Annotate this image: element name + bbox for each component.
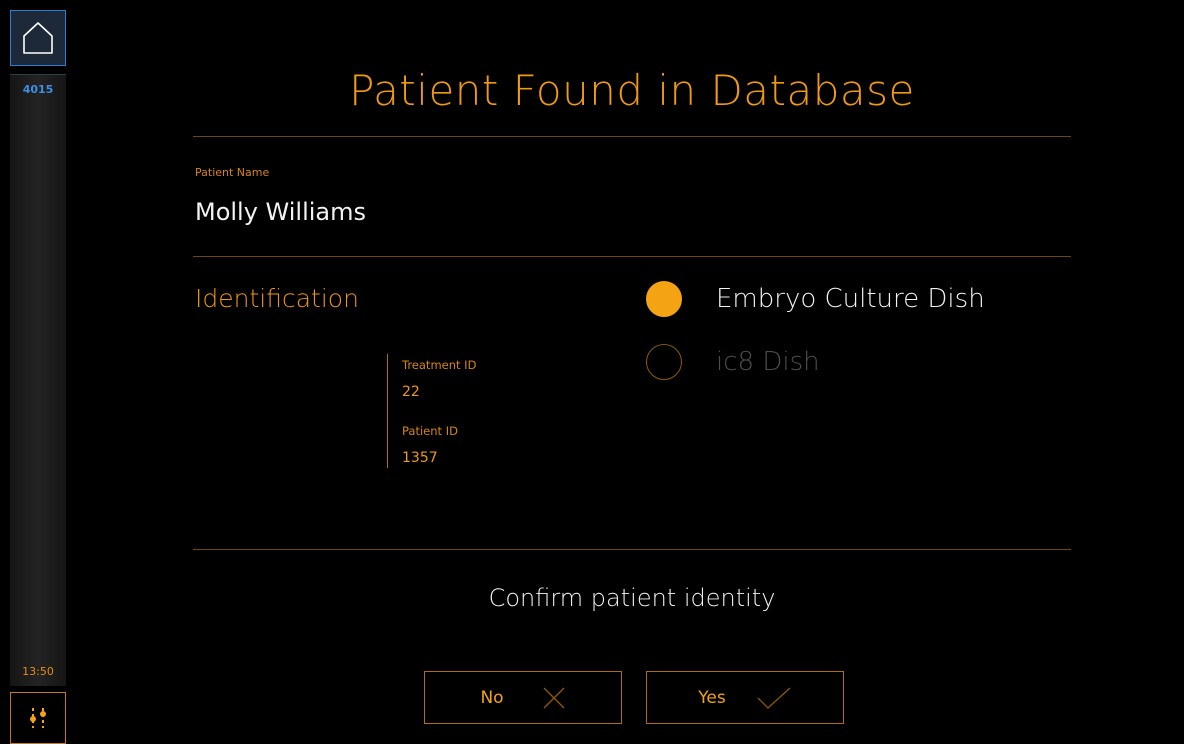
sidebar: 4015 13:50 — [0, 0, 76, 744]
patient-name-value: Molly Williams — [195, 198, 367, 226]
patient-id-label: Patient ID — [402, 424, 458, 438]
no-button[interactable]: No — [424, 671, 622, 724]
patient-name-label: Patient Name — [195, 166, 270, 179]
close-icon — [543, 687, 565, 708]
yes-button-label: Yes — [698, 687, 726, 708]
identification-heading: Identification — [195, 284, 359, 313]
treatment-id-label: Treatment ID — [402, 358, 477, 372]
radio-selected-icon[interactable] — [646, 281, 682, 317]
dish-option-embryo-culture[interactable]: Embryo Culture Dish — [646, 281, 985, 317]
sliders-icon — [30, 708, 46, 728]
dish-option-label: ic8 Dish — [716, 347, 820, 377]
treatment-id-value: 22 — [402, 384, 420, 400]
divider-top — [193, 136, 1071, 137]
no-button-label: No — [480, 687, 504, 708]
home-button[interactable] — [10, 10, 66, 66]
dish-option-label: Embryo Culture Dish — [716, 284, 985, 314]
settings-button[interactable] — [10, 692, 66, 744]
home-icon — [23, 22, 53, 54]
checkmark-icon — [757, 687, 791, 709]
confirm-prompt: Confirm patient identity — [488, 584, 776, 612]
clock: 13:50 — [22, 665, 54, 678]
page-title: Patient Found in Database — [349, 66, 915, 115]
divider-bottom — [193, 549, 1071, 550]
patient-id-value: 1357 — [402, 450, 438, 466]
divider-middle — [193, 256, 1071, 257]
radio-unselected-icon[interactable] — [646, 344, 682, 380]
yes-button[interactable]: Yes — [646, 671, 844, 724]
instrument-panel[interactable]: 4015 13:50 — [10, 74, 66, 686]
screen: 4015 13:50 Patient Found in Database Pat… — [0, 0, 1184, 744]
dish-option-ic8[interactable]: ic8 Dish — [646, 344, 820, 380]
identification-details: Treatment ID 22 Patient ID 1357 — [387, 354, 508, 468]
instrument-id: 4015 — [22, 83, 54, 96]
